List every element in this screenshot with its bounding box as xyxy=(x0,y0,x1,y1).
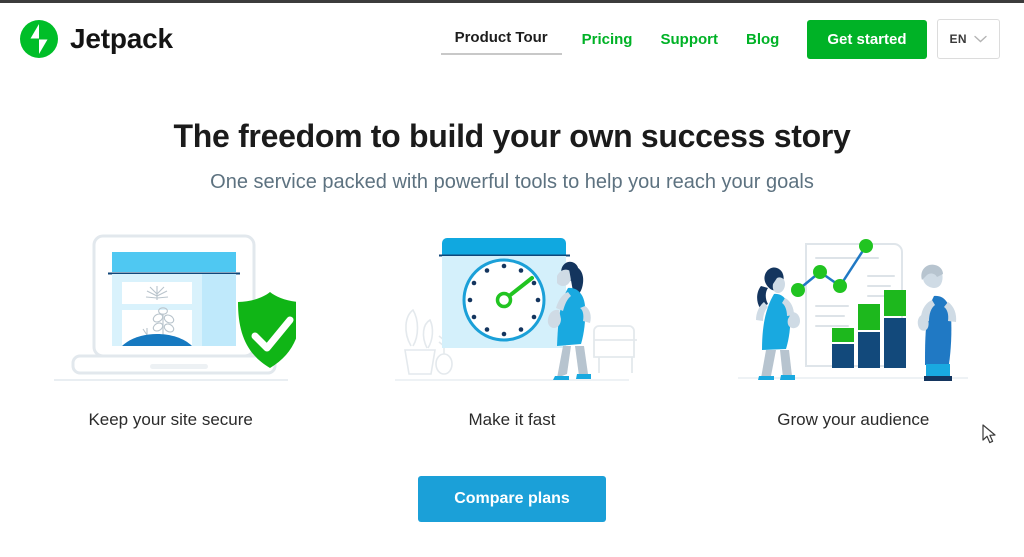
speed-gauge-illustration xyxy=(357,228,667,388)
language-selector[interactable]: EN xyxy=(936,19,1000,59)
jetpack-lightning-icon xyxy=(20,20,58,58)
site-header: Jetpack Product Tour Pricing Support Blo… xyxy=(0,3,1024,75)
get-started-button[interactable]: Get started xyxy=(807,19,927,59)
language-value: EN xyxy=(949,32,967,46)
page-title: The freedom to build your own success st… xyxy=(173,118,851,154)
brand-name: Jetpack xyxy=(70,23,173,54)
feature-label-security: Keep your site secure xyxy=(88,410,253,429)
compare-plans-button[interactable]: Compare plans xyxy=(418,476,606,522)
feature-item-speed: Make it fast xyxy=(357,228,667,430)
feature-label-audience: Grow your audience xyxy=(777,410,930,429)
nav-item-product-tour[interactable]: Product Tour xyxy=(440,23,562,55)
laptop-shield-illustration xyxy=(16,228,326,388)
page-subtitle: One service packed with powerful tools t… xyxy=(210,171,814,193)
nav-item-blog[interactable]: Blog xyxy=(732,25,793,54)
feature-label-speed: Make it fast xyxy=(468,410,556,429)
nav-item-pricing[interactable]: Pricing xyxy=(568,25,647,54)
arrow-cursor xyxy=(982,424,998,451)
chevron-down-icon xyxy=(974,30,987,48)
feature-list: Keep your site secure Make it fast Grow … xyxy=(0,228,1024,430)
nav-item-support[interactable]: Support xyxy=(646,25,732,54)
compare-plans-section: Compare plans xyxy=(0,476,1024,522)
brand-logo[interactable]: Jetpack xyxy=(20,20,173,58)
main-navigation: Product Tour Pricing Support Blog Get st… xyxy=(437,19,1000,59)
hero-section: The freedom to build your own success st… xyxy=(0,118,1024,194)
feature-item-audience: Grow your audience xyxy=(698,228,1008,430)
feature-item-security: Keep your site secure xyxy=(16,228,326,430)
analytics-growth-illustration xyxy=(698,228,1008,388)
page-root: Jetpack Product Tour Pricing Support Blo… xyxy=(0,0,1024,557)
